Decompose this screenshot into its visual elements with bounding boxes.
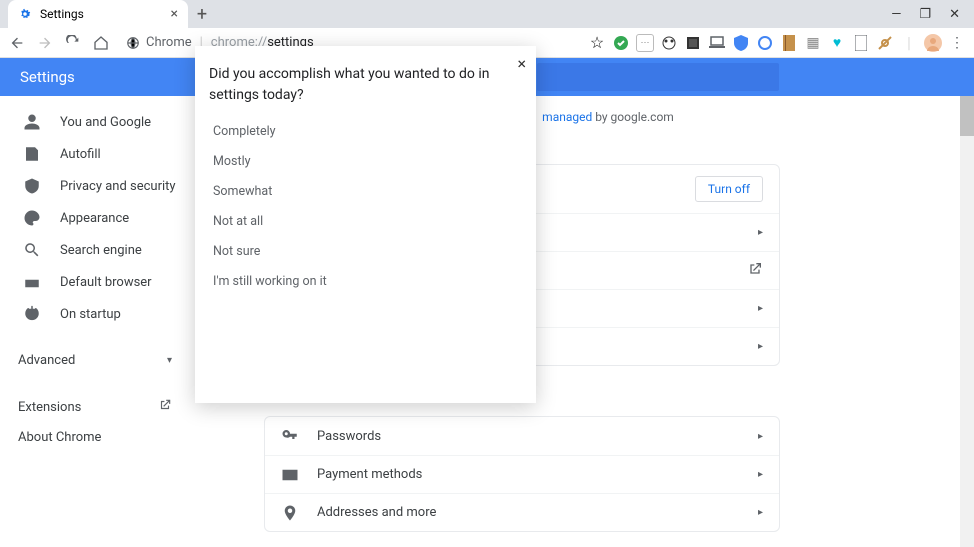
survey-option-mostly[interactable]: Mostly (195, 146, 536, 176)
home-button[interactable] (92, 34, 110, 52)
row-label: Addresses and more (317, 505, 436, 520)
browser-tab[interactable]: Settings × (8, 0, 188, 28)
survey-popup: × Did you accomplish what you wanted to … (195, 46, 536, 403)
sidebar-label: Default browser (60, 275, 152, 290)
bookmark-star-icon[interactable]: ☆ (588, 34, 606, 52)
ext-grid-icon[interactable]: ▦ (804, 34, 822, 52)
row-label: Payment methods (317, 467, 422, 482)
ext-doc-icon[interactable] (852, 34, 870, 52)
ext-laptop-icon[interactable] (708, 34, 726, 52)
power-icon (22, 304, 42, 324)
advanced-label: Advanced (18, 353, 75, 368)
chevron-right-icon: ▸ (758, 227, 763, 238)
forward-button[interactable] (36, 34, 54, 52)
profile-avatar[interactable] (924, 34, 942, 52)
gear-icon (18, 7, 32, 21)
close-window-button[interactable]: ✕ (949, 7, 960, 22)
chevron-right-icon: ▸ (758, 507, 763, 518)
card-icon (281, 466, 299, 484)
reload-button[interactable] (64, 34, 82, 52)
key-icon (281, 427, 299, 445)
sidebar-label: Appearance (60, 211, 129, 226)
autofill-card: Passwords ▸ Payment methods ▸ Addresses … (264, 416, 780, 532)
maximize-button[interactable]: ❐ (919, 7, 931, 22)
ext-shield-blue-icon[interactable] (732, 34, 750, 52)
settings-title: Settings (20, 68, 75, 86)
settings-search-box[interactable] (537, 63, 779, 91)
survey-option-not-sure[interactable]: Not sure (195, 236, 536, 266)
ext-book-icon[interactable] (780, 34, 798, 52)
close-survey-button[interactable]: × (517, 54, 526, 73)
ext-film-icon[interactable] (684, 34, 702, 52)
external-link-icon (747, 261, 763, 281)
sidebar-label: Search engine (60, 243, 142, 258)
scrollbar-thumb[interactable] (960, 96, 974, 136)
ext-badge-icon[interactable]: ⋯ (636, 34, 654, 52)
survey-options: Completely Mostly Somewhat Not at all No… (195, 106, 536, 296)
chevron-right-icon: ▸ (758, 303, 763, 314)
form-icon (22, 144, 42, 164)
passwords-row[interactable]: Passwords ▸ (265, 417, 779, 455)
row-label: Passwords (317, 429, 381, 444)
survey-question: Did you accomplish what you wanted to do… (195, 46, 536, 106)
ext-greencheck-icon[interactable] (612, 34, 630, 52)
sidebar-label: You and Google (60, 115, 151, 130)
chevron-right-icon: ▸ (758, 431, 763, 442)
sidebar-about-chrome[interactable]: About Chrome (0, 422, 242, 452)
scroll-track (960, 96, 974, 547)
chevron-right-icon: ▸ (758, 341, 763, 352)
ext-panda-icon[interactable] (660, 34, 678, 52)
external-link-icon (158, 398, 172, 416)
back-button[interactable] (8, 34, 26, 52)
close-tab-icon[interactable]: × (171, 6, 178, 22)
tab-strip: Settings × + — ❐ ✕ (0, 0, 974, 28)
turn-off-button[interactable]: Turn off (695, 176, 763, 202)
shield-icon (22, 176, 42, 196)
about-label: About Chrome (18, 430, 101, 445)
chevron-right-icon: ▸ (758, 469, 763, 480)
minimize-button[interactable]: — (891, 7, 901, 22)
addresses-row[interactable]: Addresses and more ▸ (265, 493, 779, 531)
survey-option-somewhat[interactable]: Somewhat (195, 176, 536, 206)
survey-option-still-working[interactable]: I'm still working on it (195, 266, 536, 296)
person-icon (22, 112, 42, 132)
browser-icon (22, 272, 42, 292)
window-controls: — ❐ ✕ (891, 0, 974, 28)
chrome-menu-button[interactable]: ⋮ (948, 34, 966, 52)
sidebar-label: Autofill (60, 147, 101, 162)
ext-circle-blue-icon[interactable] (756, 34, 774, 52)
new-tab-button[interactable]: + (188, 0, 216, 28)
ext-strike-icon[interactable] (876, 34, 894, 52)
survey-option-not-at-all[interactable]: Not at all (195, 206, 536, 236)
ext-heart-icon[interactable]: ♥ (828, 34, 846, 52)
extensions-label: Extensions (18, 400, 81, 415)
chevron-down-icon: ▾ (167, 355, 172, 366)
url-host: Chrome (146, 35, 192, 50)
site-info-icon (126, 36, 140, 50)
sidebar-label: On startup (60, 307, 121, 322)
pin-icon (281, 504, 299, 522)
divider: | (900, 34, 918, 52)
survey-option-completely[interactable]: Completely (195, 116, 536, 146)
search-icon (22, 240, 42, 260)
sidebar-label: Privacy and security (60, 179, 176, 194)
palette-icon (22, 208, 42, 228)
payment-methods-row[interactable]: Payment methods ▸ (265, 455, 779, 493)
tab-title: Settings (40, 7, 84, 21)
